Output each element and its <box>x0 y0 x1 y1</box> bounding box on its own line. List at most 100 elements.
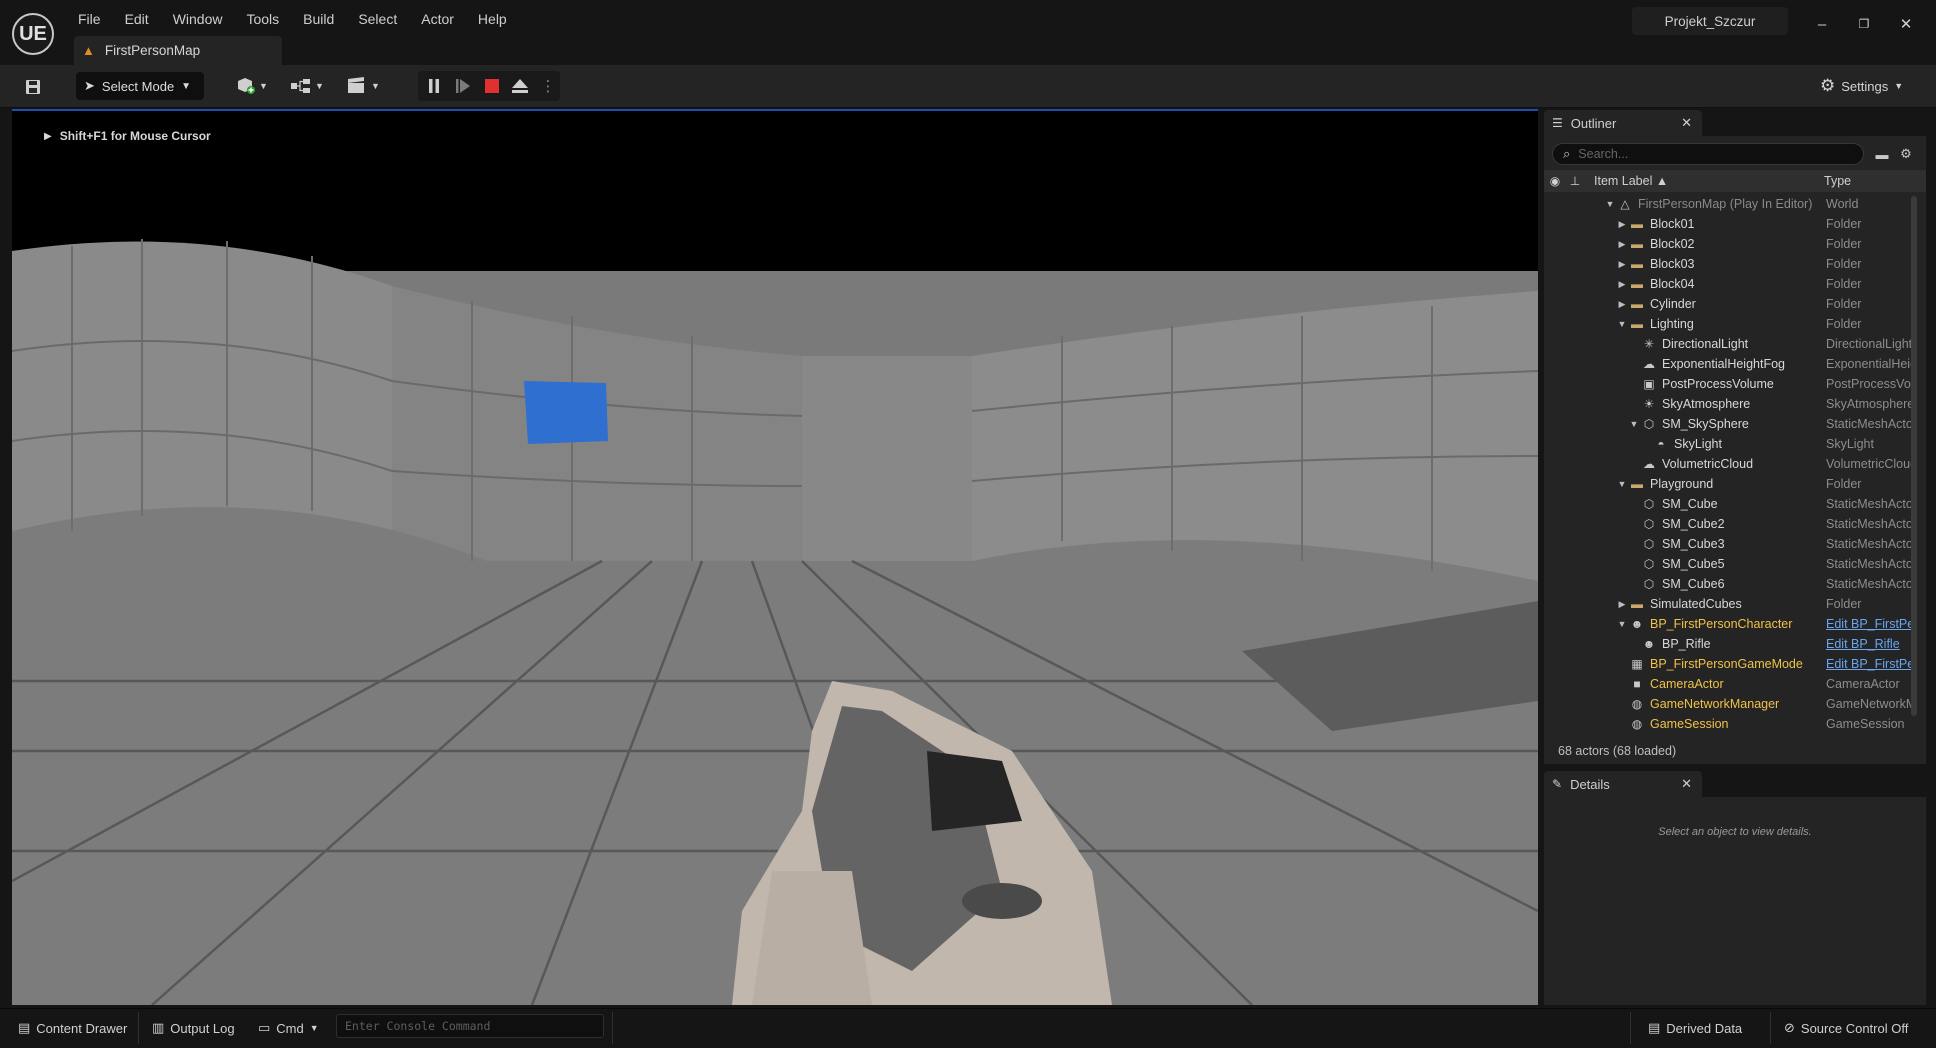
expand-arrow-right-icon[interactable]: ▶ <box>1616 219 1628 230</box>
derived-data-button[interactable]: ▤ Derived Data <box>1640 1014 1750 1042</box>
unreal-logo-icon[interactable]: UE <box>12 13 54 55</box>
outliner-row[interactable]: ▼ ▬ Playground Folder <box>1544 474 1916 494</box>
expand-arrow-down-icon[interactable]: ▼ <box>1616 479 1628 489</box>
outliner-row[interactable]: ▣ PostProcessVolume PostProcessVolume <box>1544 374 1916 394</box>
menu-actor[interactable]: Actor <box>409 8 466 30</box>
outliner-row[interactable]: ▼ ☻ BP_FirstPersonCharacter Edit BP_FirstPe… <box>1544 614 1916 634</box>
menu-edit[interactable]: Edit <box>113 8 161 30</box>
outliner-row[interactable]: ▼ △ FirstPersonMap (Play In Editor) World <box>1544 194 1916 214</box>
cinematics-button[interactable]: ▼ <box>346 73 380 99</box>
pause-button[interactable] <box>422 74 446 98</box>
close-button[interactable]: ✕ <box>1890 10 1922 38</box>
gear-icon[interactable]: ⚙ <box>1896 144 1916 164</box>
expand-arrow-right-icon[interactable]: ▶ <box>1616 599 1628 610</box>
edit-blueprint-link[interactable]: Edit BP_FirstPersonGameMode <box>1826 657 1912 671</box>
folder-icon: ▬ <box>1631 237 1643 251</box>
close-tab-icon[interactable]: ✕ <box>1681 115 1692 131</box>
outliner-row[interactable]: ▶ ▬ Block04 Folder <box>1544 274 1916 294</box>
outliner-item-type: PostProcessVolume <box>1826 377 1912 391</box>
blueprint-button[interactable]: ▼ <box>290 73 324 99</box>
outliner-row[interactable]: ▼ ▬ Lighting Folder <box>1544 314 1916 334</box>
restore-button[interactable]: ❐ <box>1848 10 1880 38</box>
step-button[interactable] <box>451 74 475 98</box>
outliner-row[interactable]: ▶ ▬ SimulatedCubes Folder <box>1544 594 1916 614</box>
menu-file[interactable]: File <box>66 8 113 30</box>
console-command-input[interactable]: Enter Console Command <box>336 1014 604 1038</box>
level-viewport[interactable] <box>12 111 1538 1005</box>
output-log-label: Output Log <box>170 1020 235 1036</box>
expand-arrow-right-icon[interactable]: ▶ <box>1616 279 1628 290</box>
outliner-tab[interactable]: ☰ Outliner ✕ <box>1544 110 1702 136</box>
source-control-button[interactable]: ⊘ Source Control Off <box>1776 1014 1916 1042</box>
outliner-row[interactable]: ▼ ⬡ SM_SkySphere StaticMeshActor <box>1544 414 1916 434</box>
menu-build[interactable]: Build <box>291 8 346 30</box>
content-drawer-button[interactable]: ▤ Content Drawer <box>10 1014 135 1042</box>
save-button[interactable] <box>18 74 48 100</box>
outliner-row[interactable]: ⬡ SM_Cube3 StaticMeshActor <box>1544 534 1916 554</box>
outliner-row[interactable]: ⬡ SM_Cube2 StaticMeshActor <box>1544 514 1916 534</box>
settings-button[interactable]: ⚙ Settings ▼ <box>1820 73 1903 99</box>
actor-icon: ☀ <box>1643 397 1655 411</box>
expand-arrow-right-icon[interactable]: ▶ <box>1616 299 1628 310</box>
edit-blueprint-link[interactable]: Edit BP_FirstPersonCharacter <box>1826 617 1912 631</box>
outliner-row[interactable]: ☁ VolumetricCloud VolumetricCloud <box>1544 454 1916 474</box>
visibility-eye-icon[interactable]: ◉ <box>1544 174 1566 188</box>
outliner-item-label: SM_Cube6 <box>1662 577 1725 591</box>
add-actor-button[interactable]: ▼ <box>236 73 268 99</box>
menu-tools[interactable]: Tools <box>234 8 291 30</box>
menu-help[interactable]: Help <box>466 8 519 30</box>
outliner-item-label: DirectionalLight <box>1662 337 1749 351</box>
expand-arrow-down-icon[interactable]: ▼ <box>1616 319 1628 329</box>
stop-button[interactable] <box>480 74 504 98</box>
outliner-row[interactable]: ☁ ExponentialHeightFog ExponentialHeightFo… <box>1544 354 1916 374</box>
expand-arrow-right-icon[interactable]: ▶ <box>1616 239 1628 250</box>
outliner-row[interactable]: ☀ SkyAtmosphere SkyAtmosphere <box>1544 394 1916 414</box>
column-type[interactable]: Type <box>1824 174 1851 188</box>
cmd-dropdown[interactable]: ▭ Cmd ▼ <box>250 1014 327 1042</box>
more-options-icon[interactable]: ⋮ <box>536 74 560 98</box>
outliner-item-type: Folder <box>1826 277 1862 291</box>
chevron-down-icon: ▼ <box>259 81 268 91</box>
play-triangle-icon: ▶ <box>44 130 52 142</box>
level-tab-label: FirstPersonMap <box>104 43 201 58</box>
close-tab-icon[interactable]: ✕ <box>1681 776 1692 792</box>
eject-button[interactable] <box>508 74 532 98</box>
expand-arrow-right-icon[interactable]: ▶ <box>1616 259 1628 270</box>
actor-icon: ✳ <box>1643 337 1655 351</box>
select-mode-dropdown[interactable]: ➤ Select Mode ▼ <box>76 72 204 100</box>
menu-select[interactable]: Select <box>346 8 409 30</box>
outliner-row[interactable]: ▶ ▬ Block01 Folder <box>1544 214 1916 234</box>
output-log-button[interactable]: ▥ Output Log <box>144 1014 243 1042</box>
minimize-button[interactable]: – <box>1806 10 1838 38</box>
outliner-row[interactable]: ✳ DirectionalLight DirectionalLight <box>1544 334 1916 354</box>
outliner-row[interactable]: ▶ ▬ Block03 Folder <box>1544 254 1916 274</box>
expand-arrow-down-icon[interactable]: ▼ <box>1616 619 1628 629</box>
expand-arrow-down-icon[interactable]: ▼ <box>1628 419 1640 429</box>
actor-icon: ⬡ <box>1643 537 1655 551</box>
pin-icon[interactable]: ⊥ <box>1566 174 1584 188</box>
expand-arrow-down-icon[interactable]: ▼ <box>1604 199 1616 209</box>
outliner-row[interactable]: ◓ SkyLight SkyLight <box>1544 434 1916 454</box>
column-item-label[interactable]: Item Label ▲ <box>1594 174 1824 188</box>
outliner-row[interactable]: ⬡ SM_Cube StaticMeshActor <box>1544 494 1916 514</box>
details-tab[interactable]: ✎ Details ✕ <box>1544 771 1702 797</box>
outliner-row[interactable]: ◍ GameSession GameSession <box>1544 714 1916 734</box>
outliner-row[interactable]: ⬡ SM_Cube5 StaticMeshActor <box>1544 554 1916 574</box>
outliner-row[interactable]: ■ CameraActor CameraActor <box>1544 674 1916 694</box>
outliner-row[interactable]: ▦ BP_FirstPersonGameMode Edit BP_FirstPers… <box>1544 654 1916 674</box>
outliner-row[interactable]: ▶ ▬ Cylinder Folder <box>1544 294 1916 314</box>
outliner-scrollbar[interactable] <box>1911 196 1917 716</box>
chevron-down-icon: ▼ <box>371 81 380 91</box>
outliner-row[interactable]: ▶ ▬ Block02 Folder <box>1544 234 1916 254</box>
outliner-item-type: StaticMeshActor <box>1826 577 1912 591</box>
menu-window[interactable]: Window <box>161 8 235 30</box>
outliner-item-type: StaticMeshActor <box>1826 497 1912 511</box>
add-folder-icon[interactable]: ▬ <box>1872 144 1892 164</box>
outliner-row[interactable]: ⬡ SM_Cube6 StaticMeshActor <box>1544 574 1916 594</box>
edit-blueprint-link[interactable]: Edit BP_Rifle <box>1826 637 1912 651</box>
select-mode-label: Select Mode <box>101 78 175 94</box>
outliner-search-input[interactable]: ⌕ Search... <box>1552 143 1864 165</box>
outliner-row[interactable]: ◍ GameNetworkManager GameNetworkManager <box>1544 694 1916 714</box>
level-tab[interactable]: ▲ FirstPersonMap <box>74 36 282 65</box>
outliner-row[interactable]: ☻ BP_Rifle Edit BP_Rifle <box>1544 634 1916 654</box>
